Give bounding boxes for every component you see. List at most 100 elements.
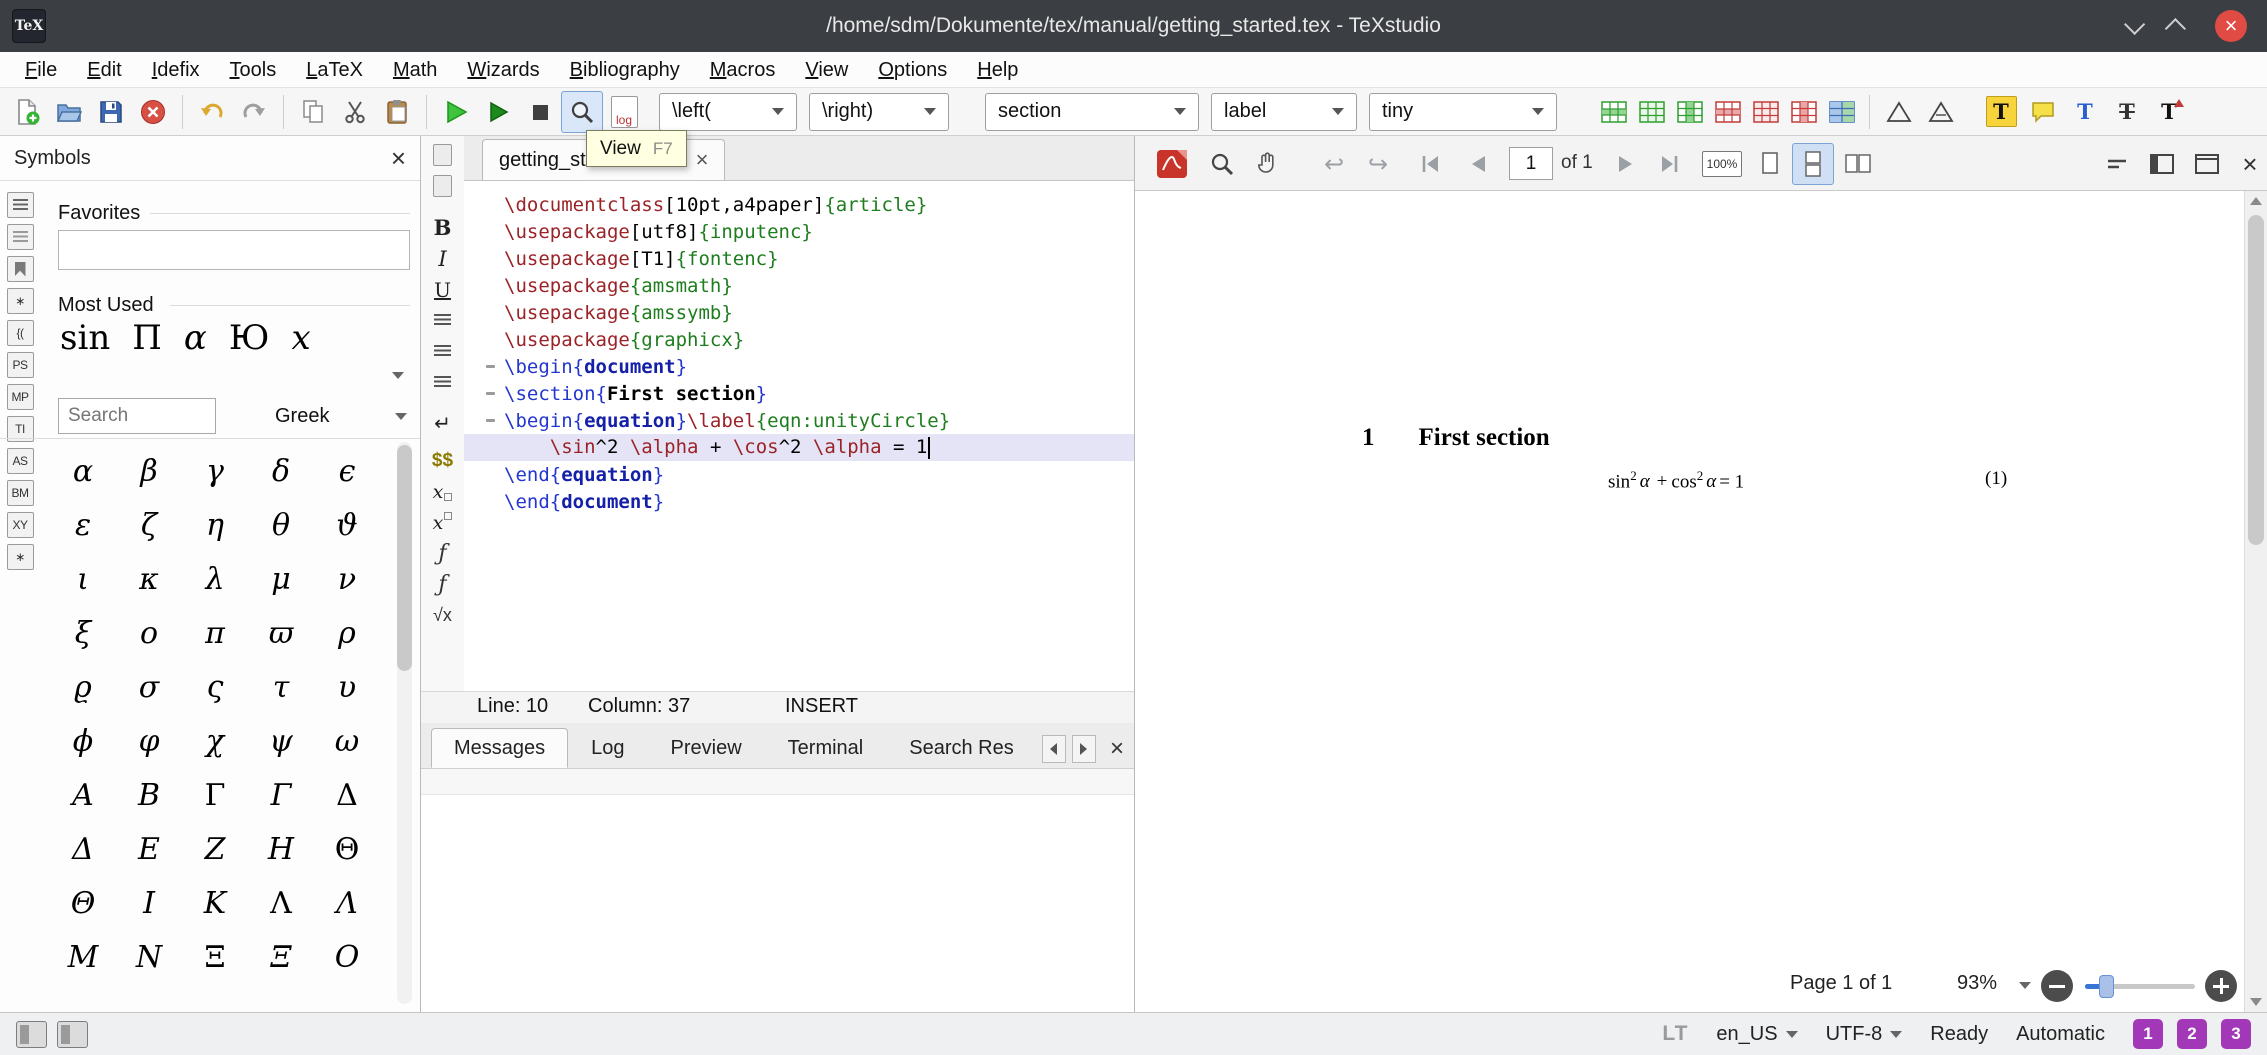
symbol-cell[interactable]: Λ (336, 886, 358, 921)
postscript-icon[interactable]: PS (7, 352, 34, 378)
undo-button[interactable] (191, 91, 233, 133)
reference-combo[interactable]: label (1211, 93, 1357, 131)
symbol-cell[interactable]: α (73, 454, 93, 489)
history-back-button[interactable]: ↩ (1313, 143, 1355, 185)
scroll-up-icon[interactable] (2250, 197, 2262, 205)
most-used-symbol[interactable]: sin (60, 318, 110, 358)
menu-wizards[interactable]: Wizards (452, 53, 554, 87)
code-line[interactable]: \end{equation} (464, 461, 1134, 488)
view-log-button[interactable]: log (603, 91, 645, 133)
add-column-button[interactable] (1671, 91, 1709, 133)
symbol-cell[interactable]: Ξ (270, 940, 291, 975)
continuous-view-button[interactable] (1792, 143, 1834, 185)
most-used-symbol[interactable]: x (291, 318, 310, 358)
symbol-cell[interactable]: Θ (335, 832, 360, 867)
symbol-cell[interactable]: θ (272, 508, 290, 543)
symbols-scrollbar[interactable] (397, 442, 412, 1004)
remove-row-button[interactable] (1709, 91, 1747, 133)
cut-button[interactable] (334, 91, 376, 133)
zoom-slider[interactable] (2085, 970, 2195, 1002)
symbol-cell[interactable]: ρ (338, 616, 356, 651)
superscript-button[interactable]: x (426, 507, 460, 538)
output-panel-close-button[interactable]: × (1110, 735, 1124, 763)
sqrt-button[interactable]: √x (426, 600, 460, 631)
symbol-cell[interactable]: ο (140, 616, 158, 651)
function-button[interactable]: ƒ (426, 569, 460, 600)
symbols-close-button[interactable]: × (391, 148, 406, 168)
menu-view[interactable]: View (790, 53, 863, 87)
left-delimiter-combo[interactable]: \left( (659, 93, 797, 131)
code-line[interactable]: \sin^2 \alpha + \cos^2 \alpha = 1 (464, 434, 1134, 461)
symbol-cell[interactable]: Λ (270, 886, 292, 921)
symbol-cell[interactable]: Θ (71, 886, 96, 921)
code-line[interactable]: \usepackage{graphicx} (464, 326, 1134, 353)
scrollbar-thumb[interactable] (397, 445, 412, 671)
symbol-cell[interactable]: N (136, 940, 162, 975)
pdf-search-button[interactable] (1201, 143, 1243, 185)
menu-options[interactable]: Options (863, 53, 962, 87)
most-used-symbol[interactable]: α (184, 318, 207, 358)
highlight-button[interactable]: T (1980, 91, 2022, 133)
strikeout-button[interactable]: T (2106, 91, 2148, 133)
code-line[interactable]: \begin{equation}\label{eqn:unityCircle} (464, 407, 1134, 434)
symbol-cell[interactable]: τ (273, 670, 290, 705)
code-line[interactable]: \usepackage[T1]{fontenc} (464, 245, 1134, 272)
languagetool-icon[interactable]: LT (1662, 1022, 1688, 1046)
pdf-zoom-value[interactable]: 93% (1957, 972, 1997, 995)
symbol-cell[interactable]: Ξ (204, 940, 225, 975)
xy-icon[interactable]: XY (7, 512, 34, 538)
zoom-in-button[interactable] (2205, 970, 2237, 1002)
symbol-cell[interactable]: ν (338, 562, 356, 597)
structure-level-combo[interactable]: section (985, 93, 1199, 131)
page-number-input[interactable]: 1 (1509, 147, 1553, 180)
symbol-cell[interactable]: β (140, 454, 157, 489)
next-page-button[interactable] (1605, 143, 1647, 185)
fraction-button[interactable]: ƒ (426, 538, 460, 569)
most-used-symbol[interactable]: Ю (229, 318, 270, 358)
symbol-cell[interactable]: ϖ (269, 616, 293, 651)
line-symbols-icon[interactable] (7, 224, 34, 250)
symbol-cell[interactable]: ψ (269, 724, 293, 759)
tab-log[interactable]: Log (568, 728, 647, 768)
status-badge-3[interactable]: 3 (2221, 1019, 2251, 1049)
detach-viewer-button[interactable] (2186, 143, 2228, 185)
bm-icon[interactable]: BM (7, 480, 34, 506)
bookmarks-icon[interactable] (7, 256, 34, 282)
symbol-cell[interactable]: ι (77, 562, 89, 597)
subscript-button[interactable]: x (426, 476, 460, 507)
symbol-search-input[interactable] (58, 398, 216, 434)
array-wizard-button[interactable] (1878, 91, 1920, 133)
code-line[interactable]: \begin{document} (464, 353, 1134, 380)
pdf-menu-button[interactable] (2096, 143, 2138, 185)
comment-button[interactable] (2022, 91, 2064, 133)
symbol-cell[interactable]: χ (206, 724, 224, 759)
align-left-button[interactable] (426, 305, 460, 336)
symbol-cell[interactable]: H (268, 832, 294, 867)
window-close-button[interactable]: × (2215, 10, 2247, 42)
inline-math-button[interactable]: $$ (426, 445, 460, 476)
menu-latex[interactable]: LaTeX (291, 53, 378, 87)
delete-table-button[interactable] (1747, 91, 1785, 133)
history-forward-button[interactable]: ↪ (1357, 143, 1399, 185)
superscript-text-button[interactable]: T (2148, 91, 2190, 133)
menu-macros[interactable]: Macros (695, 53, 791, 87)
symbol-cell[interactable]: φ (138, 724, 159, 759)
favorites-list[interactable] (58, 230, 410, 270)
line-break-button[interactable]: ↵ (426, 408, 460, 439)
code-line[interactable]: \end{document} (464, 488, 1134, 515)
operators-icon[interactable]: ∗ (7, 288, 34, 314)
tab-terminal[interactable]: Terminal (765, 728, 887, 768)
first-page-button[interactable] (1409, 143, 1451, 185)
copy-button[interactable] (292, 91, 334, 133)
symbol-cell[interactable]: I (143, 886, 155, 921)
scroll-down-icon[interactable] (2250, 998, 2262, 1006)
compile-button[interactable] (477, 91, 519, 133)
align-right-button[interactable] (426, 367, 460, 398)
symbol-cell[interactable]: π (205, 616, 225, 651)
encoding-selector[interactable]: UTF-8 (1826, 1023, 1903, 1046)
align-center-button[interactable] (426, 336, 460, 367)
redo-button[interactable] (233, 91, 275, 133)
pdf-pan-button[interactable] (1247, 143, 1289, 185)
menu-tools[interactable]: Tools (215, 53, 292, 87)
symbol-cell[interactable]: Δ (336, 778, 358, 813)
